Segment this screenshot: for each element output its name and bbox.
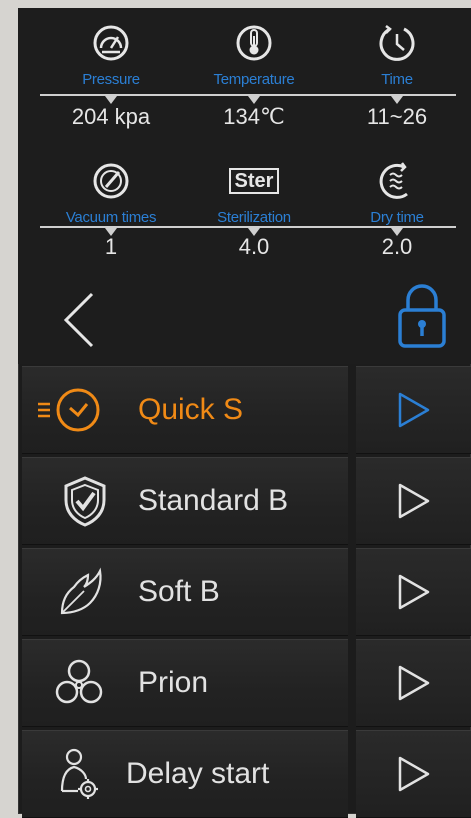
program-label: Soft B <box>138 575 220 608</box>
clock-icon <box>379 25 415 61</box>
sterilization-label: Sterilization <box>217 209 291 226</box>
program-button[interactable]: Prion <box>22 639 348 727</box>
pointer-icon <box>391 228 403 236</box>
pointer-icon <box>391 96 403 104</box>
start-button[interactable] <box>356 457 471 545</box>
sterilization-value: 4.0 <box>238 234 270 259</box>
vacuum-label: Vacuum times <box>65 209 157 226</box>
pressure-label: Pressure <box>82 71 140 88</box>
program-label: Quick S <box>138 393 244 426</box>
program-label: Delay start <box>126 757 270 790</box>
vacuum-gauge-icon <box>93 163 129 199</box>
program-row-prion[interactable]: Prion <box>18 639 471 727</box>
start-button[interactable] <box>356 730 471 818</box>
program-row-delay-start[interactable]: Delay start <box>18 730 471 818</box>
temperature-value: 134℃ <box>223 104 285 129</box>
lock-icon[interactable] <box>396 280 448 350</box>
program-button[interactable]: Quick S <box>22 366 348 454</box>
vacuum-value: 1 <box>104 234 118 259</box>
pointer-icon <box>248 228 260 236</box>
back-chevron-icon[interactable] <box>60 290 100 350</box>
pressure-value: 204 kpa <box>71 104 151 129</box>
gauge-icon <box>93 25 129 61</box>
control-panel: Pressure 204 kpa Temperature 134℃ Time 1… <box>18 8 471 818</box>
start-button[interactable] <box>356 366 471 454</box>
feather-icon <box>60 567 102 615</box>
start-button[interactable] <box>356 639 471 727</box>
parameters-panel: Pressure 204 kpa Temperature 134℃ Time 1… <box>18 8 471 364</box>
program-button[interactable]: Soft B <box>22 548 348 636</box>
thermometer-icon <box>236 25 272 61</box>
play-icon <box>398 574 430 610</box>
play-icon <box>398 392 430 428</box>
shield-check-icon <box>64 476 106 527</box>
dry-time-cell: Dry time 2.0 <box>322 160 471 270</box>
sterilization-cell: Ster Sterilization 4.0 <box>179 160 329 270</box>
pointer-icon <box>105 228 117 236</box>
ster-icon: Ster <box>229 168 279 194</box>
temperature-cell: Temperature 134℃ <box>179 22 329 132</box>
play-icon <box>398 483 430 519</box>
vacuum-cell: Vacuum times 1 <box>36 160 186 270</box>
quick-clock-icon <box>38 388 100 432</box>
time-cell: Time 11~26 <box>322 22 471 132</box>
program-button[interactable]: Delay start <box>22 730 348 818</box>
time-label: Time <box>381 71 413 88</box>
play-icon <box>398 756 430 792</box>
dry-time-label: Dry time <box>370 209 424 226</box>
person-gear-icon <box>60 748 98 799</box>
pointer-icon <box>248 96 260 104</box>
dry-time-value: 2.0 <box>381 234 413 259</box>
biohazard-icon <box>55 659 103 704</box>
start-button[interactable] <box>356 548 471 636</box>
program-row-standard-b[interactable]: Standard B <box>18 457 471 545</box>
program-row-quick-s[interactable]: Quick S <box>18 366 471 454</box>
play-icon <box>398 665 430 701</box>
program-label: Prion <box>138 666 209 699</box>
pointer-icon <box>105 96 117 104</box>
dry-wave-icon <box>379 162 408 199</box>
time-value: 11~26 <box>366 104 428 129</box>
program-button[interactable]: Standard B <box>22 457 348 545</box>
program-label: Standard B <box>138 484 289 517</box>
temperature-label: Temperature <box>213 71 295 88</box>
pressure-cell: Pressure 204 kpa <box>36 22 186 132</box>
program-row-soft-b[interactable]: Soft B <box>18 548 471 636</box>
